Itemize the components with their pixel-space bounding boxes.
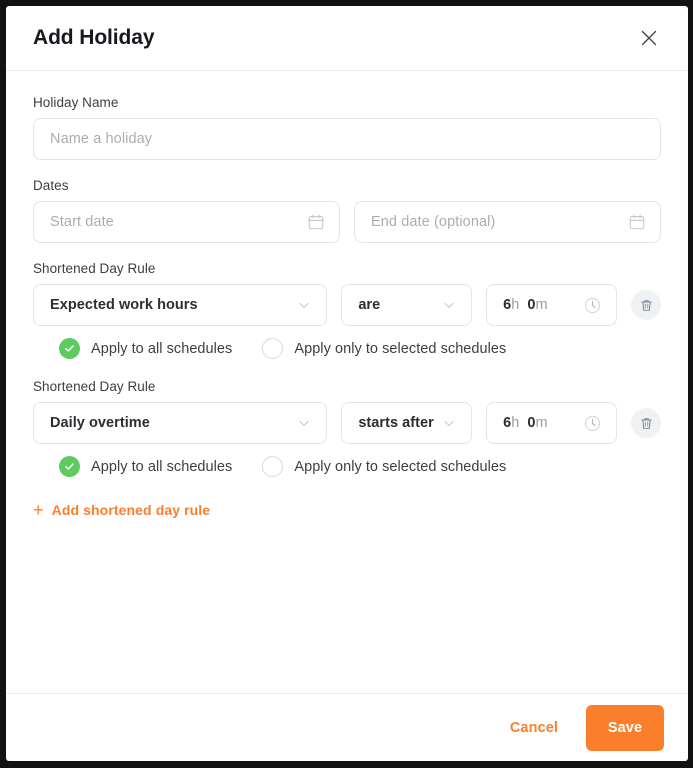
chevron-down-icon — [296, 415, 312, 431]
page-title: Add Holiday — [33, 26, 155, 49]
rule-operator-select[interactable]: are — [341, 284, 473, 326]
calendar-icon[interactable] — [628, 213, 646, 231]
dialog-body: Holiday Name Name a holiday Dates Start … — [6, 71, 688, 693]
holiday-name-placeholder: Name a holiday — [50, 131, 153, 147]
rule-operator-value: are — [358, 297, 381, 313]
rule-scope-radio-group: Apply to all schedules Apply only to sel… — [59, 456, 661, 477]
calendar-icon[interactable] — [307, 213, 325, 231]
chevron-down-icon — [441, 297, 457, 313]
dates-row: Start date End date (optional) — [33, 201, 661, 243]
rule-operator-value: starts after — [358, 415, 434, 431]
dialog-header: Add Holiday — [6, 6, 688, 71]
end-date-input[interactable]: End date (optional) — [354, 201, 661, 243]
delete-rule-button[interactable] — [631, 290, 661, 320]
clock-icon[interactable] — [583, 296, 602, 315]
shortened-day-rule-2: Shortened Day Rule Daily overtime starts… — [33, 379, 661, 477]
chevron-down-icon — [441, 415, 457, 431]
radio-label: Apply to all schedules — [91, 340, 233, 357]
clock-icon[interactable] — [583, 414, 602, 433]
holiday-name-group: Holiday Name Name a holiday — [33, 95, 661, 160]
add-holiday-dialog: Add Holiday Holiday Name Name a holiday … — [6, 6, 688, 761]
dates-group: Dates Start date End date (optional) — [33, 178, 661, 243]
save-button[interactable]: Save — [586, 704, 664, 751]
cancel-button[interactable]: Cancel — [504, 712, 564, 744]
rule-row: Daily overtime starts after 6h 0m — [33, 402, 661, 444]
rule-duration-value: 6h 0m — [503, 415, 547, 431]
duration-minutes-unit: m — [535, 297, 548, 313]
radio-apply-all-schedules[interactable]: Apply to all schedules — [59, 456, 232, 477]
duration-hours-unit: h — [511, 297, 520, 313]
screenshot-canvas: Add Holiday Holiday Name Name a holiday … — [0, 0, 693, 768]
radio-apply-all-schedules[interactable]: Apply to all schedules — [59, 338, 232, 359]
close-icon[interactable] — [634, 23, 664, 53]
rule-duration-value: 6h 0m — [503, 297, 547, 313]
shortened-day-rule-1: Shortened Day Rule Expected work hours a… — [33, 261, 661, 359]
rule-operator-select[interactable]: starts after — [341, 402, 473, 444]
rule-type-value: Daily overtime — [50, 415, 150, 431]
holiday-name-label: Holiday Name — [33, 95, 119, 110]
rule-type-select[interactable]: Daily overtime — [33, 402, 328, 444]
dates-label: Dates — [33, 178, 69, 193]
radio-checked-icon — [59, 456, 80, 477]
radio-label: Apply to all schedules — [91, 458, 233, 475]
radio-unchecked-icon — [262, 338, 284, 359]
radio-apply-selected-schedules[interactable]: Apply only to selected schedules — [262, 338, 506, 359]
plus-icon: + — [33, 500, 44, 520]
rule-row: Expected work hours are 6h 0m — [33, 284, 661, 326]
holiday-name-input[interactable]: Name a holiday — [33, 118, 661, 160]
rule-type-value: Expected work hours — [50, 297, 198, 313]
radio-label: Apply only to selected schedules — [294, 340, 507, 357]
rule-duration-input[interactable]: 6h 0m — [486, 402, 617, 444]
add-shortened-day-rule-label: Add shortened day rule — [51, 502, 211, 518]
chevron-down-icon — [296, 297, 312, 313]
radio-unchecked-icon — [262, 456, 284, 477]
duration-minutes-unit: m — [535, 415, 548, 431]
radio-label: Apply only to selected schedules — [294, 458, 507, 475]
rule-label: Shortened Day Rule — [33, 261, 156, 276]
dialog-footer: Cancel Save — [6, 693, 688, 761]
duration-hours-unit: h — [511, 415, 520, 431]
delete-rule-button[interactable] — [631, 408, 661, 438]
start-date-input[interactable]: Start date — [33, 201, 340, 243]
rule-type-select[interactable]: Expected work hours — [33, 284, 328, 326]
radio-apply-selected-schedules[interactable]: Apply only to selected schedules — [262, 456, 506, 477]
radio-checked-icon — [59, 338, 80, 359]
rule-label: Shortened Day Rule — [33, 379, 156, 394]
start-date-placeholder: Start date — [50, 214, 114, 230]
add-shortened-day-rule-button[interactable]: + Add shortened day rule — [33, 501, 210, 519]
rule-scope-radio-group: Apply to all schedules Apply only to sel… — [59, 338, 661, 359]
end-date-placeholder: End date (optional) — [371, 214, 496, 230]
rule-duration-input[interactable]: 6h 0m — [486, 284, 617, 326]
